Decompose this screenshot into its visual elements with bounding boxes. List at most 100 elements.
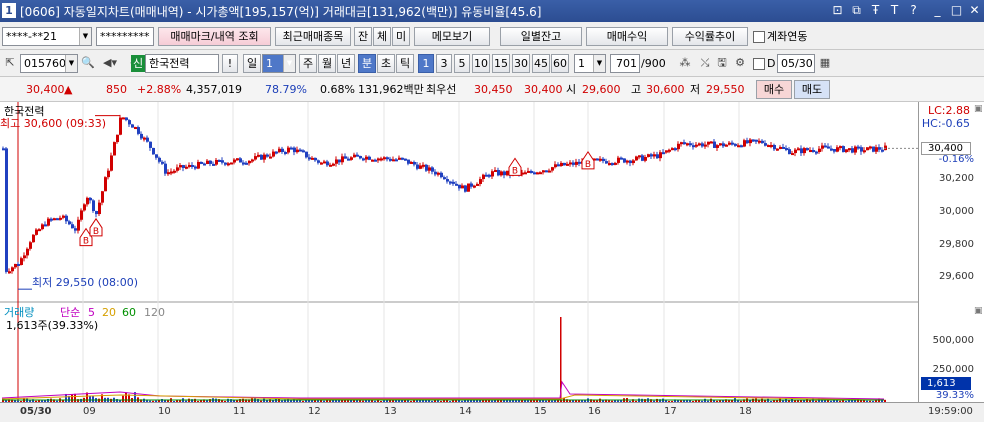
interval-60-button[interactable]: 60 (551, 54, 569, 73)
calendar-icon[interactable]: ▦ (817, 54, 833, 71)
interval-10-button[interactable]: 10 (472, 54, 490, 73)
trade-profit-button[interactable]: 매매수익 (586, 27, 668, 46)
profit-trend-button[interactable]: 수익률추이 (672, 27, 748, 46)
pin-icon[interactable]: Ŧ (868, 2, 883, 19)
candle-body (392, 159, 395, 162)
memo-view-button[interactable]: 메모보기 (414, 27, 490, 46)
recent-stocks-button[interactable]: 최근매매종목 (275, 27, 351, 46)
interval-15-button[interactable]: 15 (492, 54, 510, 73)
trend-tool-icon[interactable]: ⤯ (697, 54, 713, 71)
save-icon[interactable]: 🖫 (714, 54, 730, 71)
trade-mark-button[interactable]: 매매마크/내역 조회 (158, 27, 271, 46)
balance-button[interactable]: 잔 (354, 27, 372, 46)
day-period-select[interactable]: 1 ▼ (262, 54, 296, 73)
pane-toggle-icon[interactable]: ▣ (974, 104, 983, 114)
candle-body (215, 159, 218, 165)
candle-body (770, 144, 773, 147)
candle-body (686, 143, 689, 146)
time-label: 17 (664, 406, 677, 417)
speaker-icon[interactable]: ◀▾ (98, 54, 122, 71)
sell-button[interactable]: 매도 (794, 80, 830, 99)
chevron-down-icon[interactable]: ▼ (593, 55, 605, 72)
close-icon[interactable]: ✕ (967, 2, 982, 19)
chevron-down-icon[interactable]: ▼ (79, 28, 91, 45)
search-icon[interactable]: 🔍 (80, 54, 96, 71)
candle-body (167, 172, 170, 175)
candle-body (716, 145, 719, 148)
stock-name-field[interactable]: 한국전력 (145, 54, 219, 73)
period-tick-button[interactable]: 틱 (396, 54, 414, 73)
daily-balance-button[interactable]: 일별잔고 (500, 27, 582, 46)
candle-body (263, 154, 266, 160)
candle-body (785, 148, 788, 151)
candle-body (134, 127, 137, 130)
candle-body (374, 159, 377, 162)
period-second-button[interactable]: 초 (377, 54, 395, 73)
password-field[interactable]: ********* (96, 27, 154, 46)
candle-body (188, 164, 191, 167)
interval-45-button[interactable]: 45 (532, 54, 550, 73)
candle-body (530, 170, 533, 173)
period-day-button[interactable]: 일 (243, 54, 261, 73)
time-label: 13 (384, 406, 397, 417)
stock-code-input[interactable]: 015760 ▼ (20, 54, 78, 73)
chevron-down-icon[interactable]: ▼ (65, 55, 77, 72)
unexecuted-button[interactable]: 미 (392, 27, 410, 46)
candle-body (260, 154, 263, 160)
executed-button[interactable]: 체 (373, 27, 391, 46)
candle-body (599, 158, 602, 161)
pane-toggle-icon[interactable]: ▣ (974, 306, 983, 316)
period-minute-button[interactable]: 분 (358, 54, 376, 73)
low-label: 저 (690, 83, 701, 96)
candle-body (554, 164, 557, 168)
maximize-icon[interactable]: □ (949, 2, 964, 19)
bar-count-input[interactable]: 701 (610, 54, 640, 73)
help-icon[interactable]: ? (906, 2, 921, 19)
candle-body (290, 147, 293, 150)
candle-body (764, 143, 767, 146)
candle-body (872, 146, 875, 152)
candle-body (476, 183, 479, 186)
period-month-button[interactable]: 월 (318, 54, 336, 73)
interval-30-button[interactable]: 30 (512, 54, 530, 73)
buy-button[interactable]: 매수 (756, 80, 792, 99)
link-window-icon[interactable]: ⧉ (849, 2, 864, 19)
account-link-checkbox[interactable] (753, 31, 765, 43)
screen-capture-icon[interactable]: ⊡ (830, 2, 845, 19)
candle-body (860, 147, 863, 152)
candle-body (545, 170, 548, 173)
current-price: 30,400 (26, 83, 65, 96)
candle-body (101, 191, 104, 203)
candle-body (680, 142, 683, 145)
warning-button[interactable]: ! (222, 54, 238, 73)
time-axis: 05/30 09 10 11 12 13 14 15 16 17 18 19:5… (0, 402, 984, 422)
period-week-button[interactable]: 주 (299, 54, 317, 73)
gear-icon[interactable]: ⚙ (732, 54, 748, 71)
font-icon[interactable]: T (887, 2, 902, 19)
volume-bar (74, 393, 76, 402)
candle-body (224, 162, 227, 165)
candle-body (854, 146, 857, 153)
price-volume-chart[interactable]: BBBB (0, 102, 918, 402)
candle-body (653, 154, 656, 157)
screen-link-icon[interactable]: ⇱ (2, 54, 18, 71)
candle-body (563, 162, 566, 166)
new-listing-badge: 신 (131, 55, 145, 72)
interval-3-button[interactable]: 3 (436, 54, 452, 73)
candle-body (176, 167, 179, 171)
candle-body (689, 143, 692, 146)
custom-interval-select[interactable]: 1 ▼ (574, 54, 606, 73)
candle-body (566, 163, 569, 166)
date-input[interactable]: 05/30 (777, 54, 815, 73)
interval-5-button[interactable]: 5 (454, 54, 470, 73)
candle-body (830, 148, 833, 151)
indicator-icon[interactable]: ⁂ (675, 54, 695, 71)
candle-body (329, 164, 332, 167)
minimize-icon[interactable]: _ (930, 2, 945, 19)
date-checkbox[interactable] (753, 58, 765, 70)
chevron-down-icon[interactable]: ▼ (283, 55, 295, 72)
interval-1-button[interactable]: 1 (418, 54, 434, 73)
account-select[interactable]: ****-**21 ▼ (2, 27, 92, 46)
period-year-button[interactable]: 년 (337, 54, 355, 73)
candle-body (68, 221, 71, 225)
